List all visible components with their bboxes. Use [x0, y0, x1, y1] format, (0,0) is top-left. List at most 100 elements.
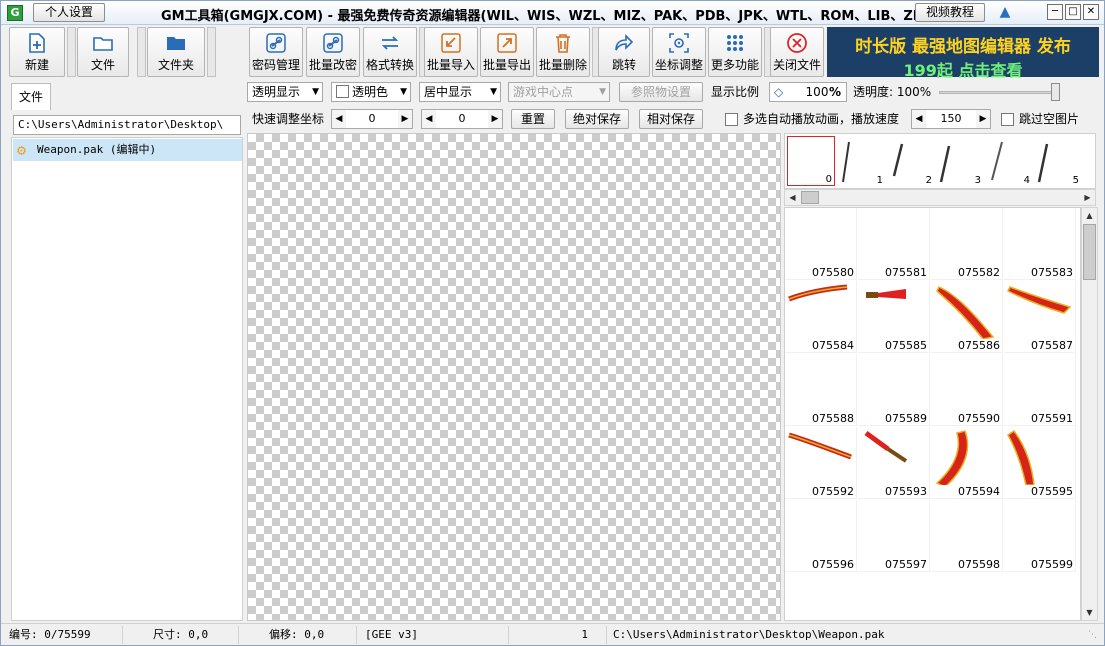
open-file-button[interactable]: 文件 — [77, 27, 129, 77]
frame-thumb[interactable]: 4 — [984, 136, 1032, 186]
scroll-up-icon[interactable]: ▲ — [1082, 208, 1097, 223]
share-arrow-icon — [615, 34, 634, 51]
password-manage-button[interactable]: 密码管理 — [249, 27, 303, 77]
grid-cell[interactable]: 075595 — [1004, 427, 1076, 499]
arrow-right-icon[interactable]: ▶ — [488, 110, 502, 128]
grid-cell[interactable]: 075591 — [1004, 354, 1076, 426]
x-stepper[interactable]: ◀ 0 ▶ — [331, 109, 413, 129]
ad-line2: 199起 点击查看 — [903, 61, 1023, 80]
batch-delete-button[interactable]: 批量删除 — [536, 27, 590, 77]
chevron-down-icon: ▼ — [490, 87, 497, 97]
grid-cell[interactable]: 075598 — [931, 500, 1003, 572]
auto-play-checkbox[interactable] — [725, 113, 738, 126]
status-file-path: C:\Users\Administrator\Desktop\Weapon.pa… — [613, 628, 885, 641]
cell-number: 075588 — [812, 412, 854, 425]
frame-thumb[interactable]: 5 — [1033, 136, 1081, 186]
scroll-thumb[interactable] — [801, 191, 819, 204]
arrow-right-icon[interactable]: ▶ — [976, 110, 990, 128]
tab-file[interactable]: 文件 — [11, 83, 51, 110]
file-label: 文件 — [90, 58, 115, 72]
transparent-color-select[interactable]: 透明色 ▼ — [331, 82, 411, 102]
scale-label: 显示比例 — [711, 85, 760, 99]
y-stepper[interactable]: ◀ 0 ▶ — [421, 109, 503, 129]
grid-cell[interactable]: 075596 — [785, 500, 857, 572]
minimize-icon[interactable]: ─ — [1047, 4, 1063, 20]
close-file-button[interactable]: 关闭文件 — [770, 27, 824, 77]
preview-canvas[interactable] — [247, 133, 781, 621]
skip-empty-checkbox[interactable] — [1001, 113, 1014, 126]
path-field[interactable]: C:\Users\Administrator\Desktop\ — [13, 115, 241, 135]
scroll-down-icon[interactable]: ▼ — [1082, 605, 1097, 620]
speed-stepper[interactable]: ◀ 150 ▶ — [911, 109, 991, 129]
batch-export-button[interactable]: 批量导出 — [480, 27, 534, 77]
display-mode-select[interactable]: 透明显示 ▼ — [247, 82, 323, 102]
scroll-thumb[interactable] — [1083, 224, 1096, 280]
weapon-sprite — [866, 289, 906, 299]
grid-cell[interactable]: 075594 — [931, 427, 1003, 499]
jump-button[interactable]: 跳转 — [598, 27, 650, 77]
frame-thumb[interactable]: 1 — [837, 136, 885, 186]
cell-number: 075590 — [958, 412, 1000, 425]
personal-settings-button[interactable]: 个人设置 — [33, 3, 105, 22]
grid-cell[interactable]: 075583 — [1004, 208, 1076, 280]
grid-cell[interactable]: 075589 — [858, 354, 930, 426]
frame-thumb[interactable]: 0 — [787, 136, 835, 186]
absolute-save-button[interactable]: 绝对保存 — [565, 109, 629, 129]
grid-cell[interactable]: 075597 — [858, 500, 930, 572]
arrow-right-icon[interactable]: ▶ — [398, 110, 412, 128]
grid-cell[interactable]: 075593 — [858, 427, 930, 499]
frame-thumb[interactable]: 2 — [886, 136, 934, 186]
chevron-down-icon: ▼ — [599, 87, 606, 97]
grid-cell[interactable]: 075587 — [1004, 281, 1076, 353]
scroll-left-icon[interactable]: ◀ — [785, 190, 800, 205]
strip-scrollbar[interactable]: ◀ ▶ — [784, 189, 1096, 206]
opacity-slider-handle[interactable] — [1051, 83, 1060, 101]
ad-banner[interactable]: 时长版 最强地图编辑器 发布 199起 点击查看 — [827, 27, 1099, 80]
close-icon[interactable]: ✕ — [1083, 4, 1099, 20]
game-center-select[interactable]: 游戏中心点 ▼ — [508, 82, 610, 102]
reset-button[interactable]: 重置 — [511, 109, 555, 129]
frame-thumb[interactable]: 3 — [935, 136, 983, 186]
shirt-icon[interactable]: ▲ — [995, 4, 1015, 22]
grid-cell[interactable]: 075585 — [858, 281, 930, 353]
scroll-right-icon[interactable]: ▶ — [1080, 190, 1095, 205]
weapon-sprite — [1006, 286, 1072, 314]
new-button[interactable]: 新建 — [9, 27, 65, 77]
crosshair-icon — [669, 33, 689, 53]
arrow-left-icon[interactable]: ◀ — [422, 110, 436, 128]
more-functions-button[interactable]: 更多功能 — [708, 27, 762, 77]
open-folder-button[interactable]: 文件夹 — [147, 27, 205, 77]
align-select[interactable]: 居中显示 ▼ — [419, 82, 501, 102]
weapon-sprite — [936, 286, 995, 340]
grid-cell[interactable]: 075581 — [858, 208, 930, 280]
percent-label: % — [829, 85, 842, 99]
batch-encrypt-button[interactable]: 批量改密 — [306, 27, 360, 77]
resize-grip-icon[interactable]: ⋱ — [1088, 630, 1100, 642]
grid-cell[interactable]: 075590 — [931, 354, 1003, 426]
grid-cell[interactable]: 075580 — [785, 208, 857, 280]
batch-delete-label: 批量删除 — [538, 58, 587, 72]
trash-icon — [556, 34, 570, 53]
cell-number: 075582 — [958, 266, 1000, 279]
grid-cell[interactable]: 075582 — [931, 208, 1003, 280]
status-count: 1 — [511, 626, 607, 644]
grid-cell[interactable]: 075586 — [931, 281, 1003, 353]
maximize-icon[interactable]: □ — [1065, 4, 1081, 20]
batch-import-button[interactable]: 批量导入 — [424, 27, 478, 77]
ref-settings-button[interactable]: 参照物设置 — [619, 82, 703, 102]
transparent-checkbox[interactable] — [336, 85, 349, 98]
grid-cell[interactable]: 075599 — [1004, 500, 1076, 572]
coord-adjust-button[interactable]: 坐标调整 — [652, 27, 706, 77]
arrow-left-icon[interactable]: ◀ — [332, 110, 346, 128]
grid-cell[interactable]: 075592 — [785, 427, 857, 499]
grid-scrollbar[interactable]: ▲ ▼ — [1081, 207, 1098, 621]
opacity-slider-track[interactable] — [939, 91, 1059, 94]
video-tutorial-button[interactable]: 视频教程 — [915, 3, 985, 22]
list-item[interactable]: ⚙ Weapon.pak (编辑中) — [13, 139, 242, 161]
grid-cell[interactable]: 075588 — [785, 354, 857, 426]
relative-save-button[interactable]: 相对保存 — [639, 109, 703, 129]
weapon-sprite — [864, 430, 908, 463]
format-convert-button[interactable]: 格式转换 — [363, 27, 417, 77]
arrow-left-icon[interactable]: ◀ — [912, 110, 926, 128]
grid-cell[interactable]: 075584 — [785, 281, 857, 353]
